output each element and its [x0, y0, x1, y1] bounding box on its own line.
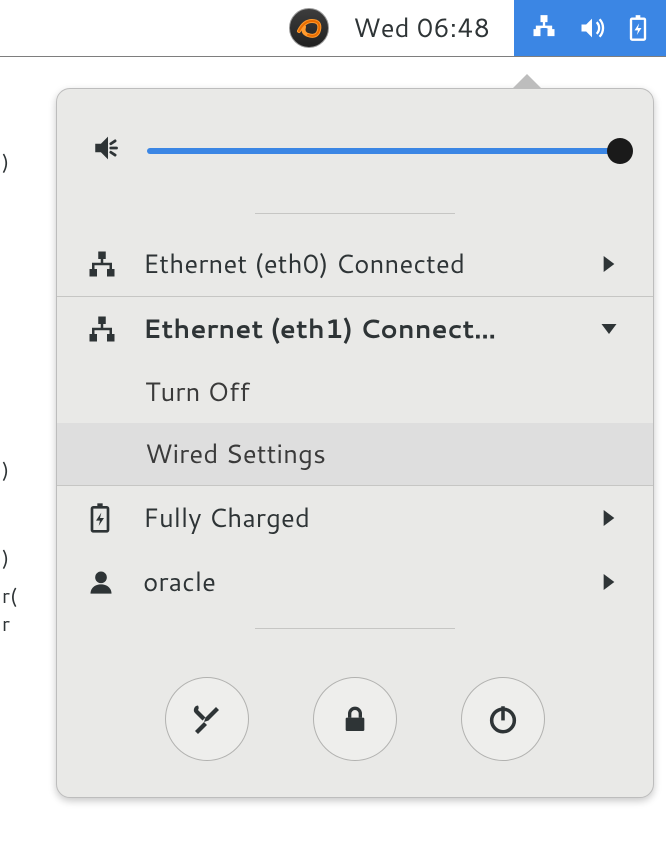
user-icon	[87, 568, 143, 596]
volume-slider-thumb[interactable]	[607, 138, 633, 164]
wired-network-icon	[87, 314, 143, 344]
top-panel: Wed 06:48	[0, 0, 666, 57]
network-eth0-row[interactable]: Ethernet (eth0) Connected	[57, 232, 653, 296]
network-eth0-label: Ethernet (eth0) Connected	[143, 246, 595, 282]
expand-caret-icon	[595, 574, 623, 590]
eth1-turn-off-label: Turn Off	[145, 374, 250, 410]
user-row[interactable]: oracle	[57, 550, 653, 614]
battery-indicator-icon	[626, 14, 650, 42]
orange-swirl-icon	[294, 13, 324, 43]
system-indicators[interactable]	[514, 0, 666, 56]
clock-label[interactable]: Wed 06:48	[353, 10, 490, 46]
battery-label: Fully Charged	[143, 500, 595, 536]
lock-button[interactable]	[313, 677, 397, 761]
divider	[255, 213, 455, 214]
battery-row[interactable]: Fully Charged	[57, 486, 653, 550]
volume-slider[interactable]	[147, 148, 619, 154]
wired-network-icon	[87, 249, 143, 279]
power-button[interactable]	[461, 677, 545, 761]
volume-indicator-icon	[578, 14, 606, 42]
volume-row	[57, 89, 653, 199]
eth1-wired-settings[interactable]: Wired Settings	[57, 423, 653, 485]
collapse-caret-icon	[595, 324, 623, 334]
volume-icon	[91, 131, 147, 171]
system-menu-popup: Ethernet (eth0) Connected Ethernet (eth1…	[56, 88, 654, 798]
settings-button[interactable]	[165, 677, 249, 761]
battery-charging-icon	[87, 502, 143, 534]
network-eth1-label: Ethernet (eth1) Connect…	[143, 311, 595, 347]
expand-caret-icon	[595, 510, 623, 526]
expand-caret-icon	[595, 256, 623, 272]
app-indicator-icon[interactable]	[289, 8, 329, 48]
network-indicator-icon	[530, 14, 558, 42]
lock-icon	[339, 703, 371, 735]
user-label: oracle	[143, 564, 595, 600]
divider	[255, 628, 455, 629]
action-buttons	[57, 647, 653, 797]
tools-icon	[189, 701, 225, 737]
eth1-turn-off[interactable]: Turn Off	[57, 361, 653, 423]
network-eth1-row[interactable]: Ethernet (eth1) Connect…	[57, 297, 653, 361]
power-icon	[486, 702, 520, 736]
popup-pointer	[513, 75, 541, 89]
eth1-wired-settings-label: Wired Settings	[145, 436, 326, 472]
background-text: ) ) ) r( r	[0, 58, 56, 638]
